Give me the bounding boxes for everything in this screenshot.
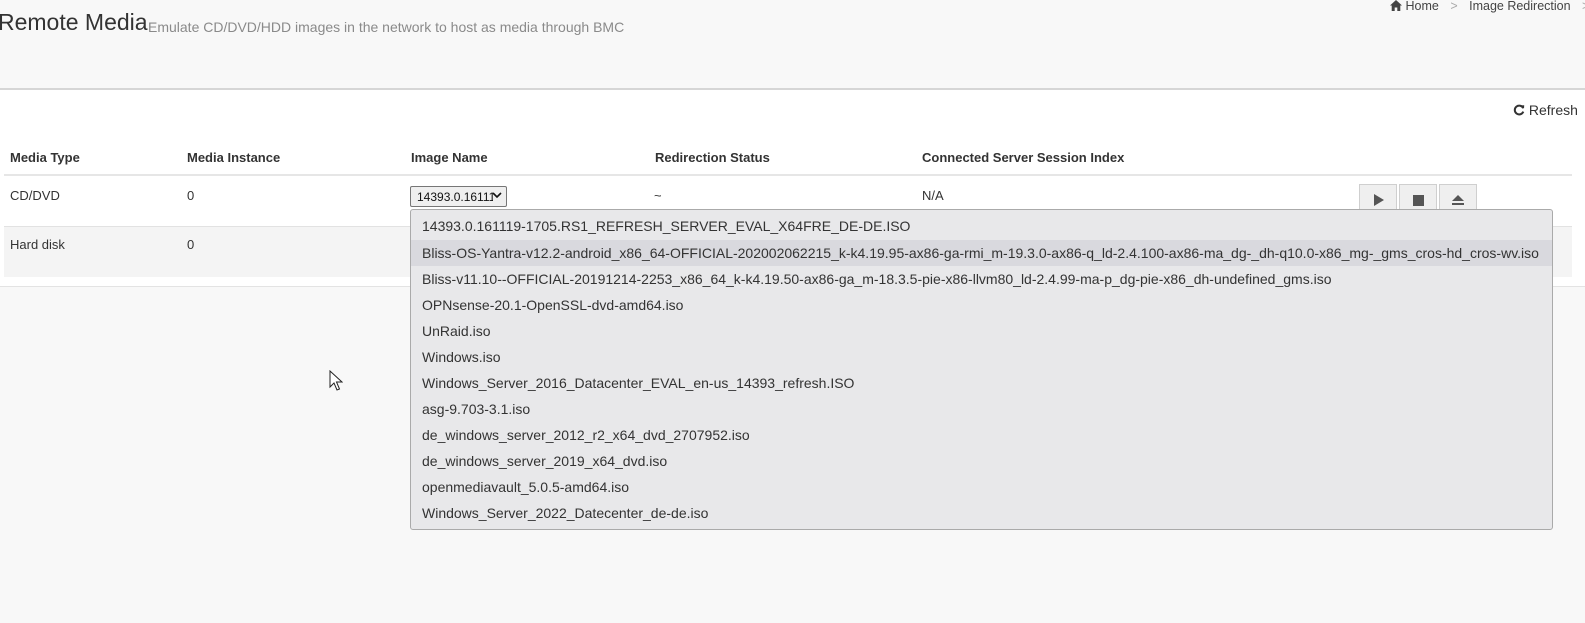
refresh-button[interactable]: Refresh [1513, 102, 1578, 118]
page-header: Remote Media Emulate CD/DVD/HDD images i… [0, 0, 1585, 90]
media-type-cell: CD/DVD [10, 188, 60, 203]
dropdown-option[interactable]: UnRaid.iso [411, 318, 1552, 344]
dropdown-option[interactable]: Windows_Server_2016_Datacenter_EVAL_en-u… [411, 370, 1552, 396]
breadcrumb-separator: > [1450, 0, 1458, 13]
image-name-dropdown-list: 14393.0.161119-1705.RS1_REFRESH_SERVER_E… [410, 209, 1553, 530]
table-header-divider [4, 174, 1572, 176]
media-instance-cell: 0 [187, 188, 195, 203]
dropdown-option[interactable]: de_windows_server_2019_x64_dvd.iso [411, 448, 1552, 474]
redirection-status-cell: ~ [654, 188, 662, 203]
column-header-image-name: Image Name [411, 150, 488, 165]
media-type-cell: Hard disk [10, 237, 65, 252]
image-name-selected-value: 14393.0.161119-1705.RS1_REFRESH_SERVER_E… [417, 190, 493, 204]
image-name-select[interactable]: 14393.0.161119-1705.RS1_REFRESH_SERVER_E… [410, 186, 507, 207]
media-instance-cell: 0 [187, 237, 195, 252]
refresh-label: Refresh [1528, 102, 1578, 118]
column-header-redirection-status: Redirection Status [655, 150, 770, 165]
refresh-icon [1513, 102, 1529, 118]
chevron-down-icon [492, 189, 502, 204]
breadcrumb-home-link[interactable]: Home [1405, 0, 1438, 13]
dropdown-option[interactable]: Windows.iso [411, 344, 1552, 370]
page-subtitle: Emulate CD/DVD/HDD images in the network… [148, 19, 625, 35]
dropdown-option[interactable]: Bliss-v11.10--OFFICIAL-20191214-2253_x86… [411, 266, 1552, 292]
dropdown-option[interactable]: asg-9.703-3.1.iso [411, 396, 1552, 422]
column-header-media-type: Media Type [10, 150, 80, 165]
column-header-session-index: Connected Server Session Index [922, 150, 1125, 165]
dropdown-option[interactable]: OPNsense-20.1-OpenSSL-dvd-amd64.iso [411, 292, 1552, 318]
breadcrumb: Home > Image Redirection > [1390, 0, 1585, 13]
mouse-cursor-icon [329, 369, 344, 397]
breadcrumb-current: Image Redirection [1469, 0, 1571, 13]
dropdown-option[interactable]: Windows_Server_2022_Datecenter_de-de.iso [411, 500, 1552, 526]
dropdown-option[interactable]: de_windows_server_2012_r2_x64_dvd_270795… [411, 422, 1552, 448]
home-icon[interactable] [1390, 0, 1405, 13]
page-title: Remote Media [0, 9, 148, 35]
column-header-media-instance: Media Instance [187, 150, 281, 165]
session-index-cell: N/A [922, 188, 944, 203]
dropdown-option[interactable]: 14393.0.161119-1705.RS1_REFRESH_SERVER_E… [411, 213, 1552, 239]
dropdown-option[interactable]: openmediavault_5.0.5-amd64.iso [411, 474, 1552, 500]
dropdown-option-highlighted[interactable]: Bliss-OS-Yantra-v12.2-android_x86_64-OFF… [411, 240, 1552, 266]
